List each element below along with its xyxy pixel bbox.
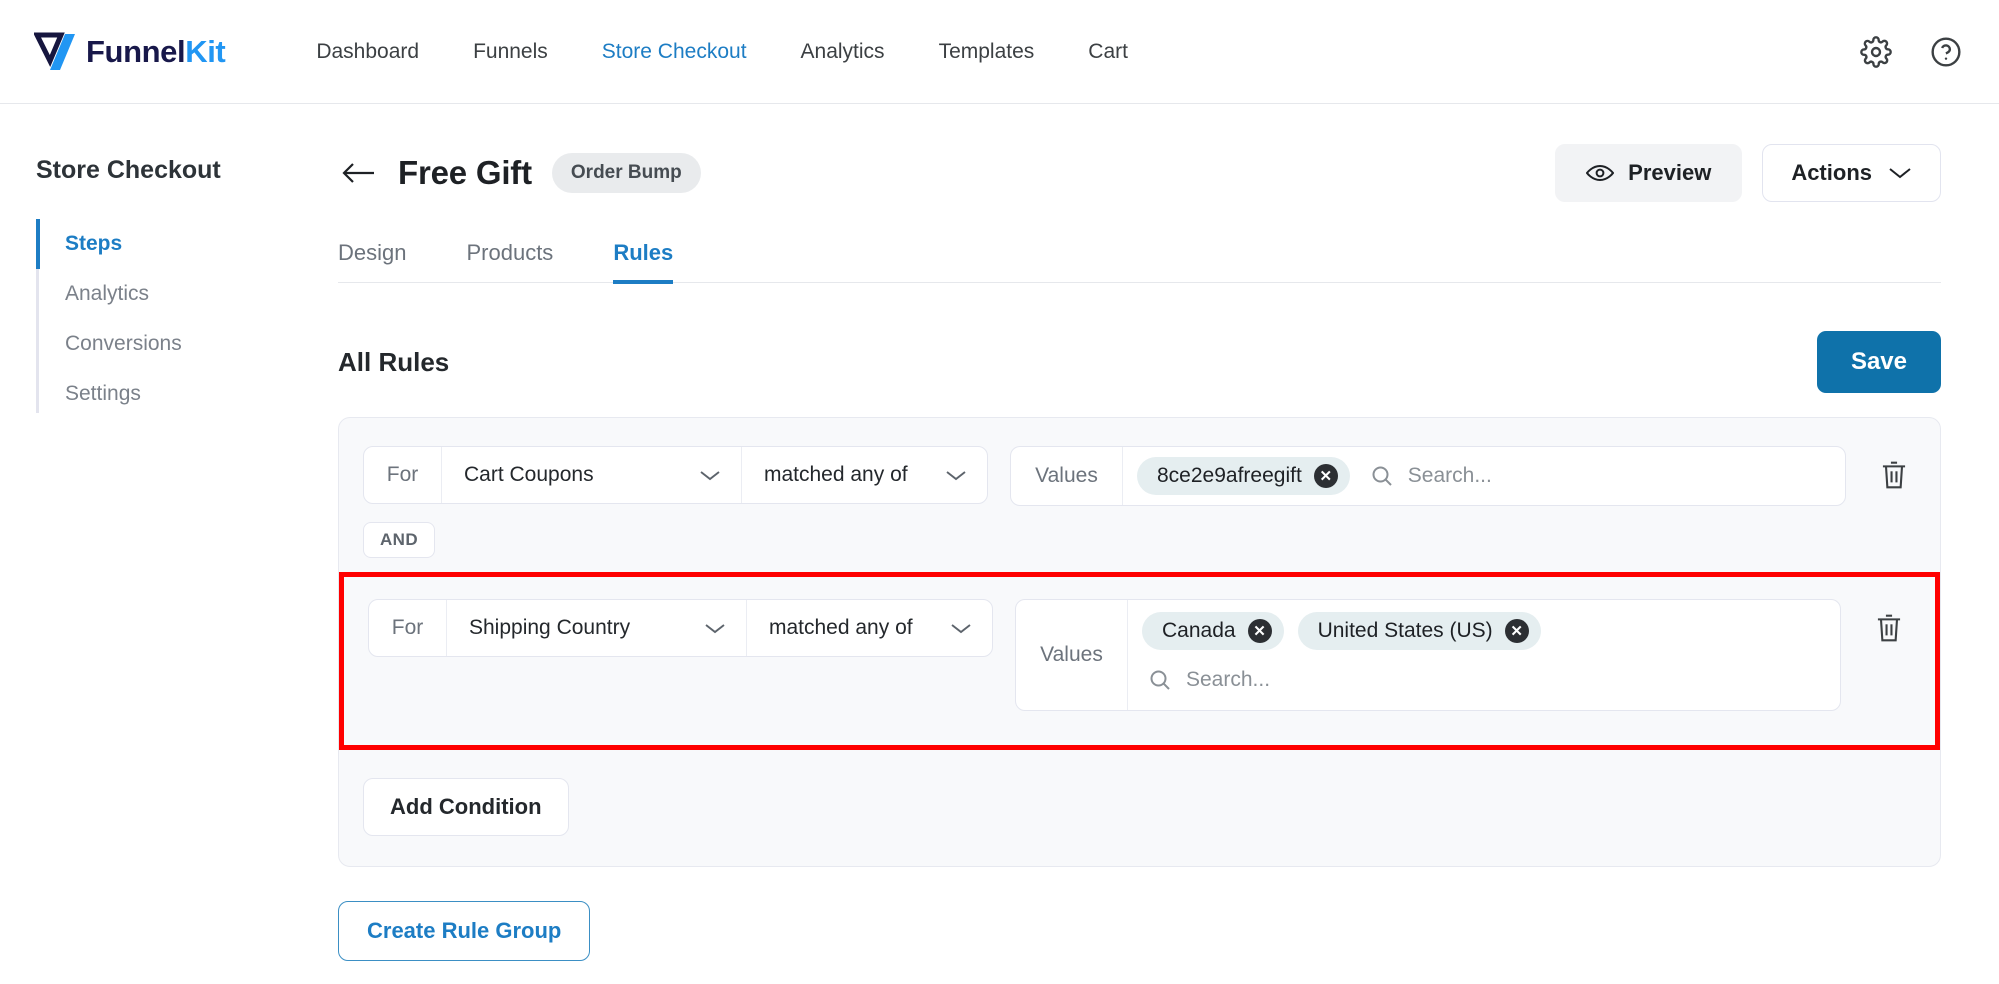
logic-operator-badge[interactable]: AND	[363, 522, 436, 558]
sidebar-item-settings[interactable]: Settings	[39, 369, 310, 419]
nav-item-analytics[interactable]: Analytics	[774, 40, 912, 64]
status-badge: Order Bump	[551, 153, 701, 193]
values-search-input[interactable]	[1407, 464, 1831, 488]
preview-button[interactable]: Preview	[1555, 144, 1743, 202]
remove-chip-icon[interactable]: ✕	[1504, 619, 1529, 643]
actions-label: Actions	[1791, 160, 1872, 185]
condition-subject-select[interactable]: Shipping Country	[447, 600, 747, 656]
values-search-input[interactable]	[1186, 668, 1826, 692]
page-title: Free Gift	[398, 154, 532, 191]
create-rule-group-button[interactable]: Create Rule Group	[338, 901, 591, 961]
values-label: Values	[1016, 600, 1128, 710]
values-search[interactable]	[1142, 662, 1826, 696]
highlight-annotation-box: For Shipping Country matched any of Valu…	[339, 572, 1940, 750]
values-label: Values	[1011, 447, 1123, 505]
for-label: For	[369, 600, 447, 656]
condition-values-box: Values Canada ✕ United States (US) ✕	[1015, 599, 1841, 711]
rules-section-header: All Rules Save	[338, 331, 1941, 393]
values-body: 8ce2e9afreegift ✕	[1123, 447, 1845, 505]
condition-subject-value: Shipping Country	[469, 616, 631, 639]
funnelkit-logo[interactable]: FunnelKit	[32, 30, 226, 74]
condition-operator-value: matched any of	[764, 463, 908, 486]
nav-item-dashboard[interactable]: Dashboard	[289, 40, 446, 64]
sidebar: Store Checkout Steps Analytics Conversio…	[0, 104, 310, 984]
condition-operator-select[interactable]: matched any of	[747, 600, 992, 656]
sidebar-title: Store Checkout	[36, 156, 221, 184]
sidebar-item-conversions[interactable]: Conversions	[39, 319, 310, 369]
value-chip[interactable]: Canada ✕	[1142, 612, 1284, 650]
condition-subject-value: Cart Coupons	[464, 463, 594, 486]
eye-icon	[1586, 163, 1615, 183]
nav-item-templates[interactable]: Templates	[912, 40, 1062, 64]
search-icon	[1148, 668, 1172, 692]
values-body: Canada ✕ United States (US) ✕	[1128, 600, 1840, 710]
chevron-down-icon	[1888, 166, 1912, 180]
rule-group-card: For Cart Coupons matched any of Values 8…	[338, 417, 1941, 867]
save-button[interactable]: Save	[1816, 331, 1941, 393]
page-header: Free Gift Order Bump Preview Actions	[338, 144, 1941, 202]
condition-operator-value: matched any of	[769, 616, 913, 639]
page-layout: Store Checkout Steps Analytics Conversio…	[0, 104, 1999, 984]
value-chip-label: Canada	[1162, 619, 1236, 642]
help-circle-icon[interactable]	[1929, 35, 1963, 69]
topbar-actions	[1859, 35, 1963, 69]
condition-subject-select[interactable]: Cart Coupons	[442, 447, 742, 503]
nav-item-store-checkout[interactable]: Store Checkout	[575, 40, 774, 64]
logo-text-first: Funnel	[86, 33, 186, 69]
top-navigation-bar: FunnelKit Dashboard Funnels Store Checko…	[0, 0, 1999, 104]
chevron-down-icon	[670, 622, 726, 635]
tab-bar: Design Products Rules	[338, 240, 1941, 284]
arrow-left-icon[interactable]	[338, 153, 378, 193]
chevron-down-icon	[916, 622, 972, 635]
logo-text-second: Kit	[185, 33, 226, 69]
rule-condition-row: For Shipping Country matched any of Valu…	[368, 599, 1911, 711]
for-label: For	[364, 447, 442, 503]
main-content: Free Gift Order Bump Preview Actions Des…	[310, 104, 1999, 984]
nav-item-cart[interactable]: Cart	[1061, 40, 1155, 64]
chevron-down-icon	[665, 469, 721, 482]
logo-text: FunnelKit	[86, 33, 226, 70]
tab-design[interactable]: Design	[338, 240, 406, 282]
gear-icon[interactable]	[1859, 35, 1893, 69]
condition-selectors: For Cart Coupons matched any of	[363, 446, 988, 504]
condition-values-box: Values 8ce2e9afreegift ✕	[1010, 446, 1846, 506]
value-chip-label: United States (US)	[1317, 619, 1493, 642]
sidebar-list: Steps Analytics Conversions Settings	[36, 219, 310, 419]
actions-button[interactable]: Actions	[1762, 144, 1941, 202]
remove-chip-icon[interactable]: ✕	[1313, 464, 1338, 488]
header-actions: Preview Actions	[1555, 144, 1941, 202]
rule-condition-row: For Cart Coupons matched any of Values 8…	[363, 446, 1916, 506]
chevron-down-icon	[911, 469, 967, 482]
delete-condition-button[interactable]	[1872, 446, 1916, 504]
value-chip[interactable]: United States (US) ✕	[1297, 612, 1541, 650]
nav-item-funnels[interactable]: Funnels	[446, 40, 575, 64]
search-icon	[1370, 464, 1394, 488]
value-chip-label: 8ce2e9afreegift	[1157, 464, 1302, 487]
remove-chip-icon[interactable]: ✕	[1247, 619, 1272, 643]
sidebar-item-steps[interactable]: Steps	[36, 219, 310, 269]
tab-rules[interactable]: Rules	[613, 240, 673, 284]
values-search[interactable]	[1364, 464, 1831, 488]
rules-section-title: All Rules	[338, 346, 450, 377]
main-nav: Dashboard Funnels Store Checkout Analyti…	[289, 40, 1155, 64]
tab-products[interactable]: Products	[466, 240, 553, 282]
value-chip[interactable]: 8ce2e9afreegift ✕	[1137, 457, 1350, 495]
preview-label: Preview	[1628, 160, 1712, 185]
funnelkit-logo-mark	[32, 30, 86, 74]
delete-condition-button[interactable]	[1867, 599, 1911, 657]
sidebar-item-analytics[interactable]: Analytics	[39, 269, 310, 319]
condition-selectors: For Shipping Country matched any of	[368, 599, 993, 657]
condition-operator-select[interactable]: matched any of	[742, 447, 987, 503]
add-condition-button[interactable]: Add Condition	[363, 778, 569, 836]
